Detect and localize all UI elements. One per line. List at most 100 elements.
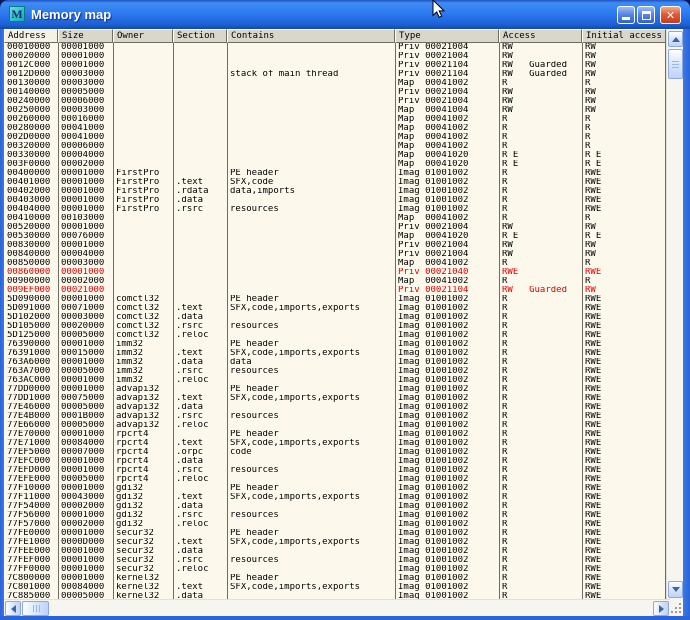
- memory-row[interactable]: 0040400000001000FirstPro.rsrcresourcesIm…: [4, 205, 666, 214]
- memory-row[interactable]: 77E6600000005000advapi32.relocImag 01001…: [4, 421, 666, 430]
- cell-contains: PE header: [227, 169, 395, 178]
- cell-section: [173, 43, 227, 52]
- memory-row[interactable]: 0090000000002000Map 00041002RR: [4, 277, 666, 286]
- column-header-section[interactable]: Section: [173, 29, 227, 43]
- memory-row[interactable]: 77F5600000001000gdi32.rsrcresourcesImag …: [4, 511, 666, 520]
- memory-row[interactable]: 77F5700000002000gdi32.relocImag 01001002…: [4, 520, 666, 529]
- cell-access: R: [499, 79, 582, 88]
- maximize-button[interactable]: [637, 6, 655, 24]
- memory-row[interactable]: 0025000000003000Map 00041004RWRW: [4, 106, 666, 115]
- scroll-right-button[interactable]: [653, 601, 669, 616]
- memory-row[interactable]: 0002000000001000Priv 00021004RWRW: [4, 52, 666, 61]
- column-header-address[interactable]: Address: [4, 29, 58, 43]
- memory-row[interactable]: 0084000000004000Priv 00021004RWRW: [4, 250, 666, 259]
- cell-initial-access: RWE: [582, 439, 666, 448]
- memory-row[interactable]: 5D09100000071000comctl32.textSFX,code,im…: [4, 304, 666, 313]
- memory-row[interactable]: 009EF00000021000Priv 00021104RW GuardedR…: [4, 286, 666, 295]
- memory-row[interactable]: 77FEF00000001000secur32.rsrcresourcesIma…: [4, 556, 666, 565]
- memory-row[interactable]: 0041000000103000Map 00041002RR: [4, 214, 666, 223]
- memory-row[interactable]: 763A600000001000imm32.datadataImag 01001…: [4, 358, 666, 367]
- horizontal-scrollbar-thumb[interactable]: [22, 601, 49, 616]
- memory-row[interactable]: 5D12500000005000comctl32.relocImag 01001…: [4, 331, 666, 340]
- memory-row[interactable]: 77FE000000001000secur32PE headerImag 010…: [4, 529, 666, 538]
- memory-row[interactable]: 77EF500000007000rpcrt4.orpccodeImag 0100…: [4, 448, 666, 457]
- column-header-access[interactable]: Access: [499, 29, 582, 43]
- cell-address: 77FEE000: [4, 547, 58, 556]
- memory-row[interactable]: 0033000000004000Map 00041020R ER E: [4, 151, 666, 160]
- memory-row[interactable]: 77E7100000084000rpcrt4.textSFX,code,impo…: [4, 439, 666, 448]
- memory-row[interactable]: 77FEE00000001000secur32.dataImag 0100100…: [4, 547, 666, 556]
- memory-row[interactable]: 77DD100000075000advapi32.textSFX,code,im…: [4, 394, 666, 403]
- memory-row[interactable]: 5D09000000001000comctl32PE headerImag 01…: [4, 295, 666, 304]
- vertical-scrollbar[interactable]: [666, 29, 683, 599]
- column-header-initial-access[interactable]: Initial access: [582, 29, 666, 43]
- memory-row[interactable]: 77EFD00000001000rpcrt4.rsrcresourcesImag…: [4, 466, 666, 475]
- memory-row[interactable]: 77EFC00000001000rpcrt4.dataImag 01001002…: [4, 457, 666, 466]
- memory-row[interactable]: 7C80100000084000kernel32.textSFX,code,im…: [4, 583, 666, 592]
- memory-row[interactable]: 0040100000001000FirstPro.textSFX,codeIma…: [4, 178, 666, 187]
- scroll-up-button[interactable]: [668, 31, 683, 47]
- memory-row[interactable]: 763A700000005000imm32.rsrcresourcesImag …: [4, 367, 666, 376]
- memory-row[interactable]: 0013000000003000Map 00041002RR: [4, 79, 666, 88]
- vertical-scrollbar-thumb[interactable]: [668, 49, 683, 79]
- memory-row[interactable]: 77E7000000001000rpcrt4PE headerImag 0100…: [4, 430, 666, 439]
- cell-contains: [227, 502, 395, 511]
- scroll-left-button[interactable]: [5, 601, 21, 616]
- table-header: AddressSizeOwnerSectionContainsTypeAcces…: [4, 29, 666, 43]
- horizontal-scrollbar[interactable]: [4, 599, 670, 616]
- memory-row[interactable]: 77E4600000005000advapi32.dataImag 010010…: [4, 403, 666, 412]
- memory-row[interactable]: 0012D00000003000stack of main threadPriv…: [4, 70, 666, 79]
- minimize-button[interactable]: [617, 6, 635, 24]
- column-header-type[interactable]: Type: [395, 29, 499, 43]
- memory-row[interactable]: 0024000000006000Priv 00021004RWRW: [4, 97, 666, 106]
- scroll-down-button[interactable]: [668, 581, 683, 598]
- memory-row[interactable]: 77FF000000001000secur32.relocImag 010010…: [4, 565, 666, 574]
- app-icon[interactable]: M: [9, 6, 25, 22]
- column-header-contains[interactable]: Contains: [227, 29, 395, 43]
- cell-type: Map 00041002: [395, 259, 499, 268]
- memory-row[interactable]: 77F1000000001000gdi32PE headerImag 01001…: [4, 484, 666, 493]
- memory-row[interactable]: 0032000000006000Map 00041002RR: [4, 142, 666, 151]
- memory-row[interactable]: 0001000000001000Priv 00021004RWRW: [4, 43, 666, 52]
- memory-row[interactable]: 002D000000041000Map 00041002RR: [4, 133, 666, 142]
- cell-access: R: [499, 214, 582, 223]
- memory-row[interactable]: 77FE10000000D000secur32.textSFX,code,imp…: [4, 538, 666, 547]
- memory-row[interactable]: 0053000000076000Map 00041020R ER E: [4, 232, 666, 241]
- memory-row[interactable]: 0083000000001000Priv 00021004RWRW: [4, 241, 666, 250]
- cell-contains: SFX,code,imports,exports: [227, 439, 395, 448]
- memory-row[interactable]: 0028000000041000Map 00041002RR: [4, 124, 666, 133]
- memory-row[interactable]: 7639100000015000imm32.textSFX,code,impor…: [4, 349, 666, 358]
- memory-row[interactable]: 5D10200000003000comctl32.dataImag 010010…: [4, 313, 666, 322]
- column-header-size[interactable]: Size: [58, 29, 113, 43]
- memory-row[interactable]: 003F000000002000Map 00041020R ER E: [4, 160, 666, 169]
- cell-size: 00002000: [58, 502, 113, 511]
- memory-row[interactable]: 77F5400000002000gdi32.dataImag 01001002R…: [4, 502, 666, 511]
- memory-row[interactable]: 0026000000016000Map 00041002RR: [4, 115, 666, 124]
- cell-contains: data,imports: [227, 187, 395, 196]
- memory-row[interactable]: 763AC00000001000imm32.relocImag 01001002…: [4, 376, 666, 385]
- memory-row[interactable]: 7639000000001000imm32PE headerImag 01001…: [4, 340, 666, 349]
- memory-row[interactable]: 0040300000001000FirstPro.dataImag 010010…: [4, 196, 666, 205]
- cell-address: 5D125000: [4, 331, 58, 340]
- memory-map-window: M Memory map ✕ AddressSizeOwnerSectionCo…: [0, 0, 690, 620]
- memory-row[interactable]: 0014000000005000Priv 00021004RWRW: [4, 88, 666, 97]
- memory-row[interactable]: 77E4B0000001B000advapi32.rsrcresourcesIm…: [4, 412, 666, 421]
- memory-row[interactable]: 0086000000001000Priv 00021040RWERWE: [4, 268, 666, 277]
- title-bar[interactable]: M Memory map ✕: [0, 0, 690, 29]
- memory-row[interactable]: 5D10500000020000comctl32.rsrcresourcesIm…: [4, 322, 666, 331]
- memory-row[interactable]: 0052000000001000Priv 00021004RWRW: [4, 223, 666, 232]
- memory-row[interactable]: 77F1100000043000gdi32.textSFX,code,impor…: [4, 493, 666, 502]
- memory-row[interactable]: 0012C00000001000Priv 00021104RW GuardedR…: [4, 61, 666, 70]
- cell-access: R: [499, 493, 582, 502]
- close-button[interactable]: ✕: [660, 6, 681, 24]
- memory-row[interactable]: 77DD000000001000advapi32PE headerImag 01…: [4, 385, 666, 394]
- memory-row[interactable]: 0040000000001000FirstProPE headerImag 01…: [4, 169, 666, 178]
- memory-row[interactable]: 0085000000003000Map 00041002RR: [4, 259, 666, 268]
- memory-row[interactable]: 0040200000001000FirstPro.rdatadata,impor…: [4, 187, 666, 196]
- column-header-owner[interactable]: Owner: [113, 29, 173, 43]
- cell-initial-access: RW: [582, 52, 666, 61]
- resize-grip[interactable]: [670, 599, 683, 616]
- memory-row[interactable]: 77EFE00000005000rpcrt4.relocImag 0100100…: [4, 475, 666, 484]
- memory-row[interactable]: 7C80000000001000kernel32PE headerImag 01…: [4, 574, 666, 583]
- memory-row[interactable]: 7C88500000005000kernel32.dataImag 010010…: [4, 592, 666, 599]
